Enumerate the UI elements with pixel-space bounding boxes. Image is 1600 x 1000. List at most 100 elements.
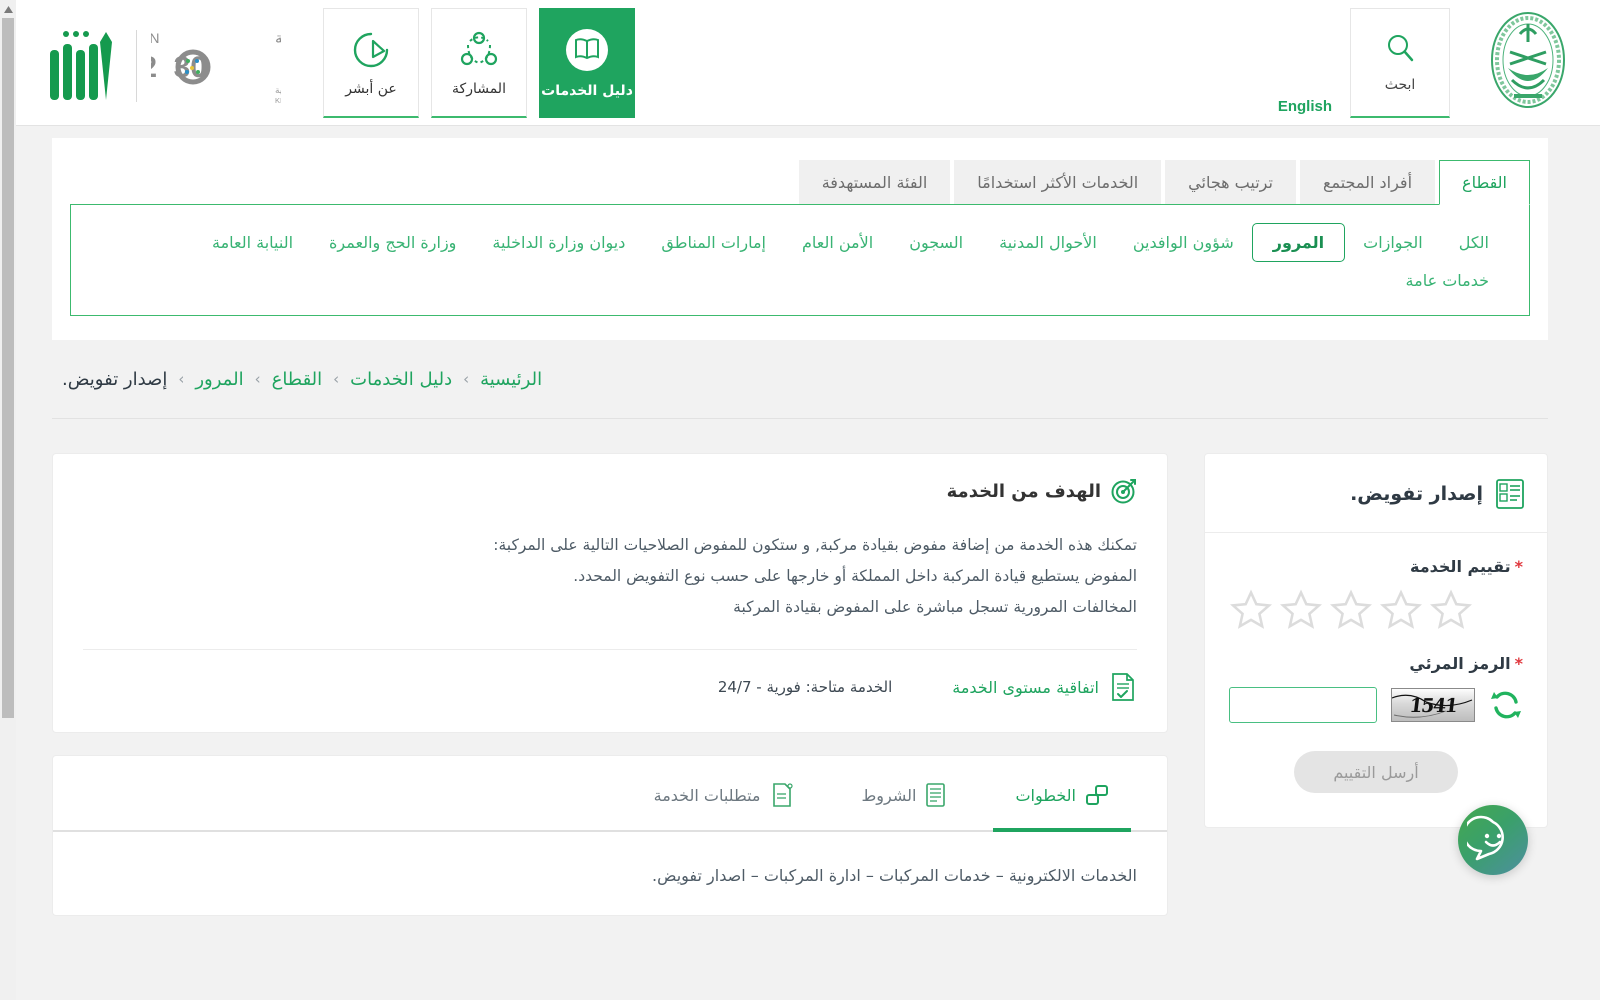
breadcrumb-item-sector[interactable]: القطاع — [272, 369, 323, 390]
breadcrumb-separator: › — [254, 370, 261, 388]
requirements-doc-icon — [772, 783, 793, 807]
search-button[interactable]: ابحث — [1350, 8, 1450, 118]
sector-link-general-services[interactable]: خدمات عامة — [1388, 262, 1507, 299]
header-left-group: ابحث English — [1278, 0, 1570, 118]
sector-link-passports[interactable]: الجوازات — [1345, 224, 1441, 261]
svg-text:2: 2 — [151, 51, 157, 84]
breadcrumb-item-traffic[interactable]: المرور — [195, 369, 243, 390]
detail-tab-requirements[interactable]: متطلبات الخدمة — [620, 756, 828, 830]
chat-assistant-button[interactable] — [1458, 805, 1528, 875]
star-icon-5[interactable] — [1429, 588, 1473, 632]
search-label: ابحث — [1384, 76, 1416, 93]
nav-participation-label: المشاركة — [452, 80, 506, 97]
brand-divider — [136, 30, 137, 102]
rating-required-mark: * — [1514, 557, 1523, 576]
filter-tab-strip: القطاع أفراد المجتمع ترتيب هجائي الخدمات… — [52, 160, 1548, 205]
form-checklist-icon — [1496, 479, 1524, 509]
nav-participation[interactable]: المشاركة — [431, 8, 527, 118]
captcha-required-mark: * — [1514, 654, 1523, 673]
star-rating-widget[interactable] — [1229, 588, 1523, 632]
detail-tab-steps[interactable]: الخطوات — [981, 756, 1143, 832]
detail-tab-requirements-label: متطلبات الخدمة — [653, 785, 761, 805]
sector-link-moi-diwan[interactable]: ديوان وزارة الداخلية — [474, 224, 643, 261]
service-objective-card: الهدف من الخدمة تمكنك هذه الخدمة من إضاف… — [52, 453, 1168, 733]
objective-divider — [83, 649, 1137, 650]
page-root: ابحث English دليل الخدمات المشاركة عن أب… — [0, 0, 1600, 1000]
breadcrumb-separator: › — [463, 370, 470, 388]
svg-text:KINGDOM OF SAUDI ARABIA: KINGDOM OF SAUDI ARABIA — [275, 96, 281, 105]
svg-text:VISION: VISION — [151, 30, 161, 46]
book-icon — [566, 28, 608, 71]
sector-link-hajj-umrah[interactable]: وزارة الحج والعمرة — [311, 224, 474, 261]
rating-field-label: *تقييم الخدمة — [1229, 557, 1523, 576]
rating-card-title: إصدار تفويض. — [1350, 483, 1483, 505]
target-icon — [1111, 479, 1136, 504]
sector-link-traffic[interactable]: المرور — [1251, 223, 1346, 262]
nav-about-absher[interactable]: عن أبشر — [323, 8, 419, 118]
captcha-label-text: الرمز المرئي — [1409, 654, 1511, 673]
breadcrumb-item-services-guide[interactable]: دليل الخدمات — [350, 369, 452, 390]
sla-value: الخدمة متاحة: فورية - 24/7 — [717, 678, 893, 696]
captcha-image: 1541 — [1391, 688, 1475, 722]
main-content: إصدار تفويض. *تقييم الخدمة *الرمز المرئي… — [0, 419, 1600, 916]
objective-title: الهدف من الخدمة — [946, 480, 1101, 502]
rating-sidebar: إصدار تفويض. *تقييم الخدمة *الرمز المرئي… — [1204, 453, 1548, 828]
scrollbar-up-arrow[interactable] — [0, 0, 16, 18]
star-icon-4[interactable] — [1379, 588, 1423, 632]
sector-link-public-security[interactable]: الأمن العام — [784, 224, 891, 261]
nav-about-absher-label: عن أبشر — [345, 80, 397, 97]
sector-links-box: الكل الجوازات المرور شؤون الوافدين الأحو… — [70, 204, 1530, 316]
sector-link-expat-affairs[interactable]: شؤون الوافدين — [1115, 224, 1252, 261]
tab-community-individuals-label: أفراد المجتمع — [1322, 173, 1413, 192]
header-nav-group: دليل الخدمات المشاركة عن أبشر ة N 30 ة K — [44, 0, 635, 118]
sector-link-all[interactable]: الكل — [1441, 224, 1507, 261]
tab-sector-label: القطاع — [1462, 173, 1507, 192]
captcha-row: 1541 — [1229, 687, 1523, 723]
scrollbar-thumb[interactable] — [2, 18, 14, 718]
detail-tab-steps-label: الخطوات — [1015, 785, 1076, 805]
objective-body: تمكنك هذه الخدمة من إضافة مفوض بقيادة مر… — [83, 530, 1137, 623]
breadcrumb-item-home[interactable]: الرئيسية — [480, 369, 542, 390]
brand-logos: رؤيــــــة VISION 2 30 المملكة العربية ا… — [44, 8, 281, 112]
moi-emblem-icon — [1491, 12, 1565, 108]
detail-tab-body: الخدمات الالكترونية – خدمات المركبات – ا… — [652, 866, 1137, 885]
nav-services-guide[interactable]: دليل الخدمات — [539, 8, 635, 118]
detail-tab-conditions[interactable]: الشروط — [828, 756, 982, 830]
submit-rating-button[interactable]: أرسل التقييم — [1294, 751, 1458, 793]
info-pie-icon — [353, 32, 389, 67]
svg-text:المملكة العربية السعودية: المملكة العربية السعودية — [275, 86, 281, 96]
sector-link-public-prosecution[interactable]: النيابة العامة — [194, 224, 311, 261]
tab-alphabetical[interactable]: ترتيب هجائي — [1165, 160, 1296, 204]
breadcrumb-bar: الرئيسية › دليل الخدمات › القطاع › المرو… — [52, 340, 1548, 418]
objective-line-2: المفوض يستطيع قيادة المركبة داخل المملكة… — [573, 567, 1137, 585]
svg-text:رؤيــــــة: رؤيــــــة — [275, 29, 281, 47]
tab-sector[interactable]: القطاع — [1439, 160, 1530, 205]
search-icon — [1388, 34, 1414, 61]
breadcrumb-separator: › — [178, 370, 185, 388]
star-icon-3[interactable] — [1329, 588, 1373, 632]
tab-community-individuals[interactable]: أفراد المجتمع — [1299, 160, 1436, 204]
sla-label: اتفاقية مستوى الخدمة — [952, 677, 1099, 697]
star-icon-1[interactable] — [1229, 588, 1273, 632]
steps-icon — [1086, 785, 1108, 805]
sector-link-regional-emirates[interactable]: إمارات المناطق — [643, 224, 784, 261]
captcha-input[interactable] — [1229, 687, 1377, 723]
star-icon-2[interactable] — [1279, 588, 1323, 632]
tab-most-used[interactable]: الخدمات الأكثر استخدامًا — [954, 160, 1162, 204]
site-header: ابحث English دليل الخدمات المشاركة عن أب… — [14, 0, 1600, 126]
vision-2030-logo: رؤيــــــة VISION 2 30 المملكة العربية ا… — [151, 29, 281, 105]
services-filter-panel: القطاع أفراد المجتمع ترتيب هجائي الخدمات… — [52, 138, 1548, 340]
language-toggle-english[interactable]: English — [1278, 98, 1332, 115]
sector-link-prisons[interactable]: السجون — [891, 224, 981, 261]
conditions-doc-icon — [926, 783, 946, 807]
nav-services-guide-label: دليل الخدمات — [541, 82, 633, 99]
breadcrumb: الرئيسية › دليل الخدمات › القطاع › المرو… — [62, 369, 542, 390]
page-scrollbar[interactable] — [0, 0, 16, 1000]
sla-row: اتفاقية مستوى الخدمة الخدمة متاحة: فورية… — [83, 672, 1137, 702]
refresh-icon[interactable] — [1489, 690, 1523, 720]
tab-target-group[interactable]: الفئة المستهدفة — [798, 160, 951, 204]
rating-label-text: تقييم الخدمة — [1410, 557, 1511, 576]
sector-link-civil-affairs[interactable]: الأحوال المدنية — [981, 224, 1115, 261]
captcha-field-label: *الرمز المرئي — [1229, 654, 1523, 673]
objective-title-row: الهدف من الخدمة — [83, 478, 1137, 504]
